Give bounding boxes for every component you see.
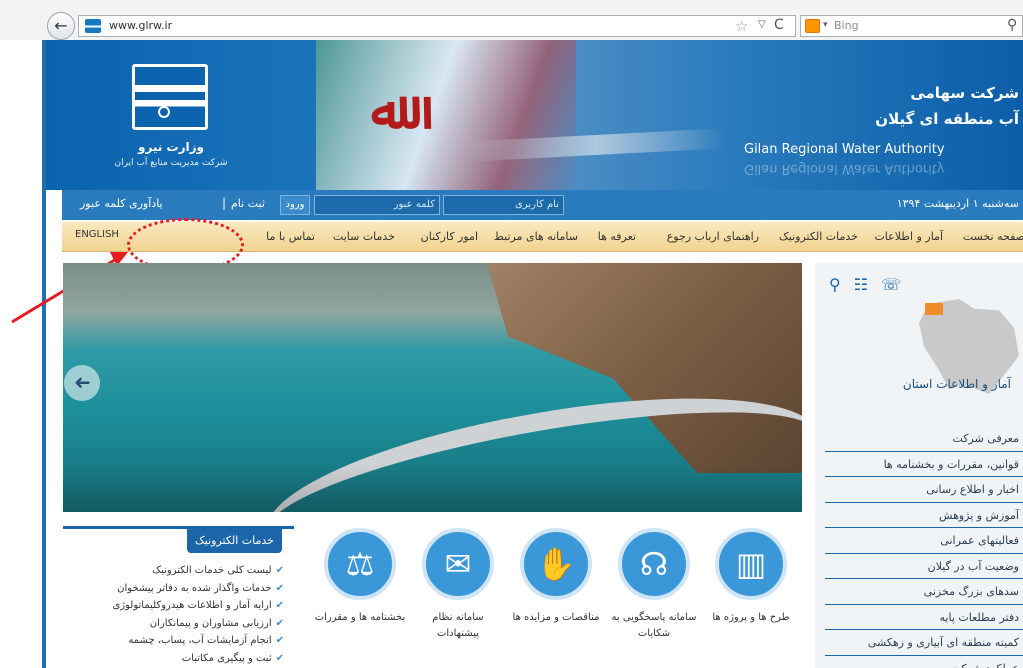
- sidebar-item-dams[interactable]: سدهای بزرگ مخزنی: [825, 579, 1023, 605]
- service-label: سامانه پاسخگویی به شکایات: [611, 612, 697, 639]
- service-label: بخشنامه ها و مقررات: [314, 612, 406, 623]
- service-label: طرح ها و پروژه ها: [712, 612, 790, 623]
- check-icon: ✔: [275, 582, 284, 594]
- sidebar-item-performance[interactable]: عملکرد شرکت: [825, 656, 1023, 668]
- newspaper-icon: ✉: [422, 528, 494, 600]
- province-stats-link[interactable]: آمار و اطلاعات استان: [903, 377, 1011, 391]
- list-item-label: ثبت و پیگیری مکاتبات: [181, 652, 272, 664]
- sidebar-item-water-status[interactable]: وضعیت آب در گیلان: [825, 554, 1023, 579]
- check-icon: ✔: [275, 652, 284, 664]
- service-label: مناقصات و مزایده ها: [512, 612, 600, 623]
- sidebar-tool-icons[interactable]: ⚲ ☷ ☏: [829, 275, 905, 294]
- list-item[interactable]: ✔انجام آزمایشات آب، پساب، چشمه: [74, 635, 284, 653]
- sidebar-item-news[interactable]: اخبار و اطلاع رسانی: [825, 477, 1023, 503]
- check-icon: ✔: [275, 635, 284, 646]
- list-item-label: خدمات واگذار شده به دفاتر پیشخوان: [117, 582, 272, 594]
- check-icon: ✔: [275, 617, 284, 629]
- list-item-label: ارزیابی مشاوران و پیمانکاران: [149, 617, 272, 629]
- gilan-province-highlight: [925, 303, 943, 315]
- list-item[interactable]: ✔ارایه آمار و اطلاعات هیدروکلیماتولوژی: [74, 600, 284, 618]
- list-item-label: انجام آزمایشات آب، پساب، چشمه: [128, 635, 272, 646]
- sidebar-links: معرفی شرکت قوانین، مقررات و بخشنامه ها ا…: [825, 426, 1023, 668]
- scales-icon: ⚖: [324, 528, 396, 600]
- service-label: سامانه نظام پیشنهادات: [432, 612, 484, 639]
- e-services-list: ✔لیست کلی خدمات الکترونیک ✔خدمات واگذار …: [74, 565, 284, 668]
- list-item[interactable]: ✔ارزیابی مشاوران و پیمانکاران: [74, 618, 284, 636]
- check-icon: ✔: [275, 565, 284, 576]
- list-item[interactable]: ✔لیست کلی خدمات الکترونیک: [74, 565, 284, 583]
- e-services-box: خدمات الکترونیک ✔لیست کلی خدمات الکترونی…: [63, 526, 294, 668]
- slider-caption-bar: [63, 464, 802, 512]
- projects-icon: ▥: [715, 528, 787, 600]
- sidebar-item-education[interactable]: آموزش و پژوهش: [825, 503, 1023, 528]
- sidebar-item-about[interactable]: معرفی شرکت: [825, 426, 1023, 452]
- handshake-icon: ✋: [520, 528, 592, 600]
- headset-icon: ☊: [618, 528, 690, 600]
- list-item[interactable]: ✔خدمات واگذار شده به دفاتر پیشخوان: [74, 583, 284, 601]
- list-item[interactable]: ✔ثبت و پیگیری مکاتبات: [74, 653, 284, 668]
- right-sidebar: ⚲ ☷ ☏ آمار و اطلاعات استان معرفی شرکت قو…: [815, 263, 1023, 668]
- service-tenders[interactable]: ✋ مناقصات و مزایده ها: [508, 528, 604, 668]
- service-projects[interactable]: ▥ طرح ها و پروژه ها: [703, 528, 799, 668]
- screen: ← www.glrw.ir ☆ ▽ C ▾ Bing ⚲ ﷲ وزارت نیر…: [0, 0, 1023, 668]
- service-regulations[interactable]: ⚖ بخشنامه ها و مقررات: [312, 528, 408, 668]
- sidebar-item-irrigation[interactable]: کمیته منطقه ای آبیاری و زهکشی: [825, 630, 1023, 656]
- service-suggestions[interactable]: ✉ سامانه نظام پیشنهادات: [410, 528, 506, 668]
- list-item-label: ارایه آمار و اطلاعات هیدروکلیماتولوژی: [112, 600, 272, 611]
- sidebar-item-regulations[interactable]: قوانین، مقررات و بخشنامه ها: [825, 452, 1023, 477]
- sidebar-item-construction[interactable]: فعالیتهای عمرانی: [825, 528, 1023, 554]
- e-services-title: خدمات الکترونیک: [186, 529, 282, 553]
- slider-prev-icon[interactable]: ➜: [64, 365, 100, 401]
- service-complaints[interactable]: ☊ سامانه پاسخگویی به شکایات: [606, 528, 702, 668]
- slider-prev-arrow: ➜: [73, 370, 91, 394]
- check-icon: ✔: [275, 600, 284, 611]
- list-item-label: لیست کلی خدمات الکترونیک: [152, 565, 272, 576]
- sidebar-item-studies[interactable]: دفتر مطلعات پایه: [825, 605, 1023, 630]
